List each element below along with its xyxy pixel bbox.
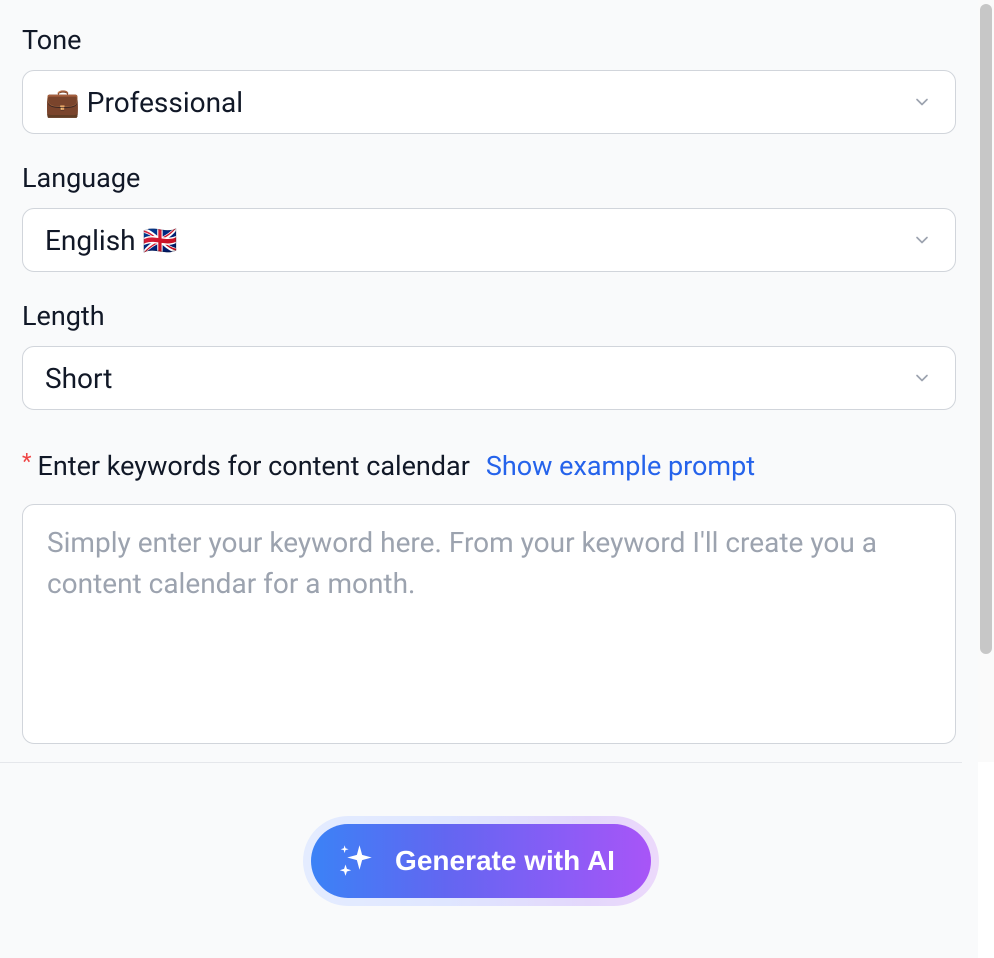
language-select-value: English 🇬🇧 [45, 224, 177, 257]
chevron-down-icon [911, 367, 933, 389]
sparkle-icon [335, 840, 377, 882]
tone-select[interactable]: 💼 Professional [22, 70, 956, 134]
language-field: Language English 🇬🇧 [22, 162, 956, 272]
tone-label: Tone [22, 24, 956, 56]
tone-select-value: 💼 Professional [45, 86, 243, 119]
keywords-textarea[interactable] [47, 523, 931, 725]
language-label: Language [22, 162, 956, 194]
chevron-down-icon [911, 91, 933, 113]
generate-button-halo: Generate with AI [303, 816, 659, 906]
form-scroll-area: Tone 💼 Professional Language English 🇬🇧 … [0, 0, 978, 762]
length-field: Length Short [22, 300, 956, 410]
scrollbar-track[interactable] [978, 0, 994, 762]
language-select[interactable]: English 🇬🇧 [22, 208, 956, 272]
show-example-link[interactable]: Show example prompt [486, 450, 755, 482]
footer-bar: Generate with AI [0, 762, 962, 958]
length-select[interactable]: Short [22, 346, 956, 410]
length-label: Length [22, 300, 956, 332]
scrollbar-thumb[interactable] [980, 4, 992, 654]
keywords-label-row: *Enter keywords for content calendar Sho… [22, 450, 956, 482]
keywords-textarea-wrap [22, 504, 956, 744]
generate-with-ai-button[interactable]: Generate with AI [311, 824, 651, 898]
required-indicator: * [22, 450, 31, 475]
chevron-down-icon [911, 229, 933, 251]
generate-button-label: Generate with AI [395, 845, 615, 877]
keywords-label: Enter keywords for content calendar [37, 450, 469, 482]
tone-field: Tone 💼 Professional [22, 24, 956, 134]
length-select-value: Short [45, 362, 112, 395]
